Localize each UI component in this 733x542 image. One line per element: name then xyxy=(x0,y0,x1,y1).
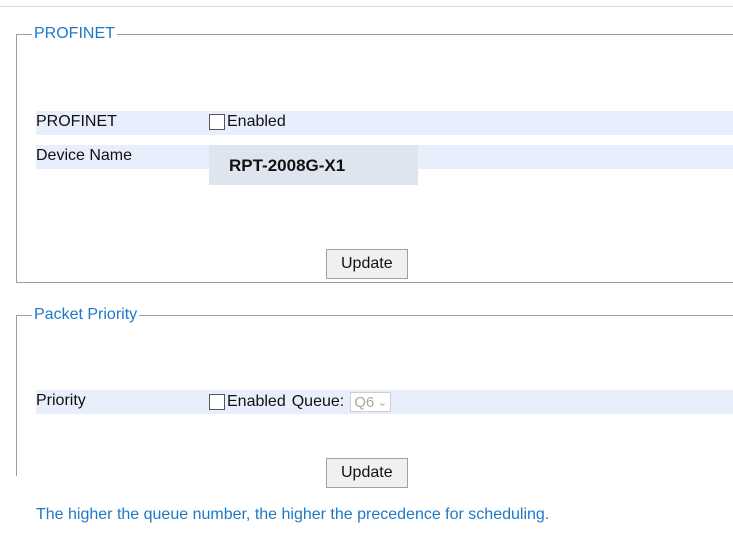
priority-enabled-label[interactable]: Enabled xyxy=(227,393,286,411)
profinet-enable: Enabled xyxy=(209,113,286,131)
profinet-enabled-label[interactable]: Enabled xyxy=(227,113,286,131)
profinet-section: PROFINET PROFINET Enabled Device Name RP… xyxy=(16,25,733,283)
priority-update-button[interactable]: Update xyxy=(326,458,408,488)
packet-priority-legend: Packet Priority xyxy=(34,306,138,323)
page: PROFINET PROFINET Enabled Device Name RP… xyxy=(0,0,733,542)
top-divider xyxy=(0,6,733,7)
profinet-update-button[interactable]: Update xyxy=(326,249,408,279)
profinet-legend: PROFINET xyxy=(34,25,115,42)
queue-select[interactable]: Q6 ⌄ xyxy=(350,392,392,412)
priority-controls: Enabled Queue: Q6 ⌄ xyxy=(209,392,392,412)
queue-label: Queue: xyxy=(291,393,345,410)
device-name-label: Device Name xyxy=(36,147,133,164)
queue-select-value: Q6 xyxy=(354,393,375,411)
device-name-field[interactable]: RPT-2008G-X1 xyxy=(209,145,418,185)
queue-precedence-note: The higher the queue number, the higher … xyxy=(36,506,550,523)
priority-label: Priority xyxy=(36,392,86,409)
chevron-down-icon: ⌄ xyxy=(377,395,388,409)
priority-row: Priority Enabled Queue: Q6 ⌄ xyxy=(36,390,733,414)
device-name-value: RPT-2008G-X1 xyxy=(229,156,346,175)
profinet-row: PROFINET Enabled xyxy=(36,111,733,135)
packet-priority-section: Packet Priority Priority Enabled Queue: … xyxy=(16,306,733,488)
priority-enabled-checkbox[interactable] xyxy=(209,394,225,410)
device-name-row: Device Name RPT-2008G-X1 xyxy=(36,145,733,185)
profinet-label: PROFINET xyxy=(36,113,117,130)
profinet-enabled-checkbox[interactable] xyxy=(209,114,225,130)
